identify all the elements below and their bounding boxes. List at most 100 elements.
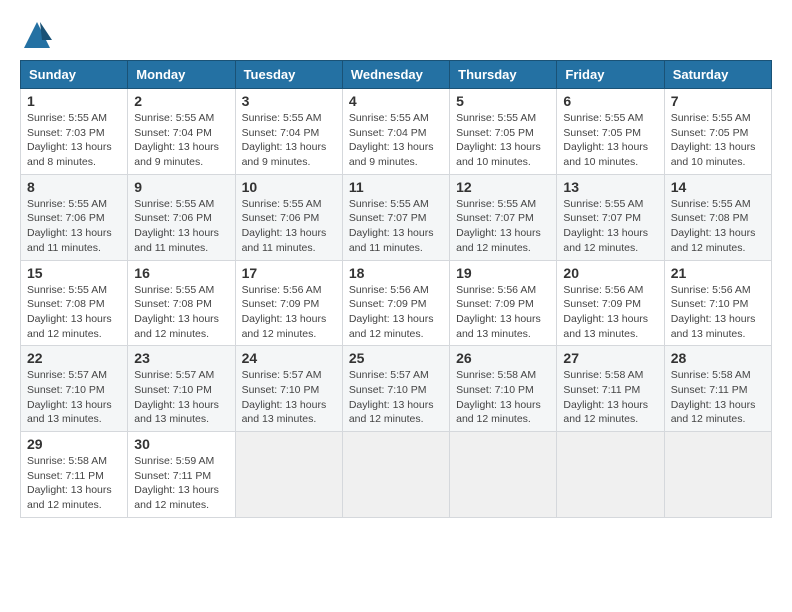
weekday-header: Tuesday (235, 61, 342, 89)
calendar-cell: 23 Sunrise: 5:57 AMSunset: 7:10 PMDaylig… (128, 346, 235, 432)
calendar-cell: 16 Sunrise: 5:55 AMSunset: 7:08 PMDaylig… (128, 260, 235, 346)
day-info: Sunrise: 5:55 AMSunset: 7:05 PMDaylight:… (671, 112, 756, 168)
calendar-week-row: 29 Sunrise: 5:58 AMSunset: 7:11 PMDaylig… (21, 432, 772, 518)
day-number: 19 (456, 265, 550, 281)
day-number: 1 (27, 93, 121, 109)
day-info: Sunrise: 5:58 AMSunset: 7:10 PMDaylight:… (456, 369, 541, 425)
calendar-cell: 15 Sunrise: 5:55 AMSunset: 7:08 PMDaylig… (21, 260, 128, 346)
day-info: Sunrise: 5:55 AMSunset: 7:08 PMDaylight:… (27, 284, 112, 340)
calendar-cell: 28 Sunrise: 5:58 AMSunset: 7:11 PMDaylig… (664, 346, 771, 432)
calendar-header-row: SundayMondayTuesdayWednesdayThursdayFrid… (21, 61, 772, 89)
calendar-cell: 18 Sunrise: 5:56 AMSunset: 7:09 PMDaylig… (342, 260, 449, 346)
calendar-cell: 12 Sunrise: 5:55 AMSunset: 7:07 PMDaylig… (450, 174, 557, 260)
calendar-cell: 13 Sunrise: 5:55 AMSunset: 7:07 PMDaylig… (557, 174, 664, 260)
calendar-cell: 24 Sunrise: 5:57 AMSunset: 7:10 PMDaylig… (235, 346, 342, 432)
calendar-cell: 19 Sunrise: 5:56 AMSunset: 7:09 PMDaylig… (450, 260, 557, 346)
calendar-cell: 17 Sunrise: 5:56 AMSunset: 7:09 PMDaylig… (235, 260, 342, 346)
day-info: Sunrise: 5:58 AMSunset: 7:11 PMDaylight:… (671, 369, 756, 425)
day-info: Sunrise: 5:55 AMSunset: 7:06 PMDaylight:… (134, 198, 219, 254)
day-info: Sunrise: 5:55 AMSunset: 7:07 PMDaylight:… (563, 198, 648, 254)
day-number: 6 (563, 93, 657, 109)
day-number: 12 (456, 179, 550, 195)
calendar-cell (450, 432, 557, 518)
day-number: 21 (671, 265, 765, 281)
day-info: Sunrise: 5:55 AMSunset: 7:07 PMDaylight:… (456, 198, 541, 254)
day-number: 29 (27, 436, 121, 452)
calendar-cell (557, 432, 664, 518)
day-info: Sunrise: 5:55 AMSunset: 7:05 PMDaylight:… (563, 112, 648, 168)
calendar-week-row: 1 Sunrise: 5:55 AMSunset: 7:03 PMDayligh… (21, 89, 772, 175)
day-info: Sunrise: 5:56 AMSunset: 7:09 PMDaylight:… (349, 284, 434, 340)
day-info: Sunrise: 5:58 AMSunset: 7:11 PMDaylight:… (563, 369, 648, 425)
day-number: 4 (349, 93, 443, 109)
calendar-week-row: 8 Sunrise: 5:55 AMSunset: 7:06 PMDayligh… (21, 174, 772, 260)
day-number: 11 (349, 179, 443, 195)
day-info: Sunrise: 5:57 AMSunset: 7:10 PMDaylight:… (27, 369, 112, 425)
day-number: 26 (456, 350, 550, 366)
day-number: 7 (671, 93, 765, 109)
calendar-cell: 30 Sunrise: 5:59 AMSunset: 7:11 PMDaylig… (128, 432, 235, 518)
day-number: 17 (242, 265, 336, 281)
calendar-cell: 1 Sunrise: 5:55 AMSunset: 7:03 PMDayligh… (21, 89, 128, 175)
calendar-cell: 2 Sunrise: 5:55 AMSunset: 7:04 PMDayligh… (128, 89, 235, 175)
weekday-header: Wednesday (342, 61, 449, 89)
calendar-cell: 20 Sunrise: 5:56 AMSunset: 7:09 PMDaylig… (557, 260, 664, 346)
day-number: 23 (134, 350, 228, 366)
day-number: 20 (563, 265, 657, 281)
calendar-cell: 7 Sunrise: 5:55 AMSunset: 7:05 PMDayligh… (664, 89, 771, 175)
calendar-cell: 25 Sunrise: 5:57 AMSunset: 7:10 PMDaylig… (342, 346, 449, 432)
calendar-cell: 22 Sunrise: 5:57 AMSunset: 7:10 PMDaylig… (21, 346, 128, 432)
day-info: Sunrise: 5:57 AMSunset: 7:10 PMDaylight:… (349, 369, 434, 425)
day-number: 2 (134, 93, 228, 109)
day-number: 10 (242, 179, 336, 195)
calendar-cell: 3 Sunrise: 5:55 AMSunset: 7:04 PMDayligh… (235, 89, 342, 175)
day-info: Sunrise: 5:58 AMSunset: 7:11 PMDaylight:… (27, 455, 112, 511)
day-info: Sunrise: 5:55 AMSunset: 7:04 PMDaylight:… (349, 112, 434, 168)
day-number: 8 (27, 179, 121, 195)
calendar-cell (235, 432, 342, 518)
calendar-cell (664, 432, 771, 518)
day-info: Sunrise: 5:56 AMSunset: 7:09 PMDaylight:… (456, 284, 541, 340)
logo-icon (22, 20, 52, 50)
day-info: Sunrise: 5:55 AMSunset: 7:08 PMDaylight:… (134, 284, 219, 340)
day-number: 24 (242, 350, 336, 366)
day-number: 9 (134, 179, 228, 195)
calendar-cell: 9 Sunrise: 5:55 AMSunset: 7:06 PMDayligh… (128, 174, 235, 260)
calendar-table: SundayMondayTuesdayWednesdayThursdayFrid… (20, 60, 772, 518)
weekday-header: Saturday (664, 61, 771, 89)
calendar-cell (342, 432, 449, 518)
day-number: 27 (563, 350, 657, 366)
day-info: Sunrise: 5:56 AMSunset: 7:10 PMDaylight:… (671, 284, 756, 340)
calendar-cell: 11 Sunrise: 5:55 AMSunset: 7:07 PMDaylig… (342, 174, 449, 260)
day-number: 16 (134, 265, 228, 281)
day-info: Sunrise: 5:59 AMSunset: 7:11 PMDaylight:… (134, 455, 219, 511)
weekday-header: Friday (557, 61, 664, 89)
day-number: 13 (563, 179, 657, 195)
calendar-cell: 5 Sunrise: 5:55 AMSunset: 7:05 PMDayligh… (450, 89, 557, 175)
day-info: Sunrise: 5:55 AMSunset: 7:04 PMDaylight:… (242, 112, 327, 168)
day-info: Sunrise: 5:56 AMSunset: 7:09 PMDaylight:… (242, 284, 327, 340)
day-info: Sunrise: 5:55 AMSunset: 7:08 PMDaylight:… (671, 198, 756, 254)
calendar-cell: 8 Sunrise: 5:55 AMSunset: 7:06 PMDayligh… (21, 174, 128, 260)
weekday-header: Thursday (450, 61, 557, 89)
day-number: 5 (456, 93, 550, 109)
day-info: Sunrise: 5:55 AMSunset: 7:05 PMDaylight:… (456, 112, 541, 168)
page-header (20, 20, 772, 50)
logo (20, 20, 52, 50)
calendar-cell: 4 Sunrise: 5:55 AMSunset: 7:04 PMDayligh… (342, 89, 449, 175)
calendar-cell: 29 Sunrise: 5:58 AMSunset: 7:11 PMDaylig… (21, 432, 128, 518)
day-number: 30 (134, 436, 228, 452)
calendar-cell: 21 Sunrise: 5:56 AMSunset: 7:10 PMDaylig… (664, 260, 771, 346)
weekday-header: Monday (128, 61, 235, 89)
day-info: Sunrise: 5:57 AMSunset: 7:10 PMDaylight:… (134, 369, 219, 425)
calendar-cell: 14 Sunrise: 5:55 AMSunset: 7:08 PMDaylig… (664, 174, 771, 260)
day-info: Sunrise: 5:55 AMSunset: 7:07 PMDaylight:… (349, 198, 434, 254)
calendar-cell: 10 Sunrise: 5:55 AMSunset: 7:06 PMDaylig… (235, 174, 342, 260)
calendar-cell: 27 Sunrise: 5:58 AMSunset: 7:11 PMDaylig… (557, 346, 664, 432)
day-number: 25 (349, 350, 443, 366)
day-number: 28 (671, 350, 765, 366)
calendar-cell: 26 Sunrise: 5:58 AMSunset: 7:10 PMDaylig… (450, 346, 557, 432)
day-number: 18 (349, 265, 443, 281)
day-info: Sunrise: 5:55 AMSunset: 7:04 PMDaylight:… (134, 112, 219, 168)
day-info: Sunrise: 5:55 AMSunset: 7:06 PMDaylight:… (242, 198, 327, 254)
